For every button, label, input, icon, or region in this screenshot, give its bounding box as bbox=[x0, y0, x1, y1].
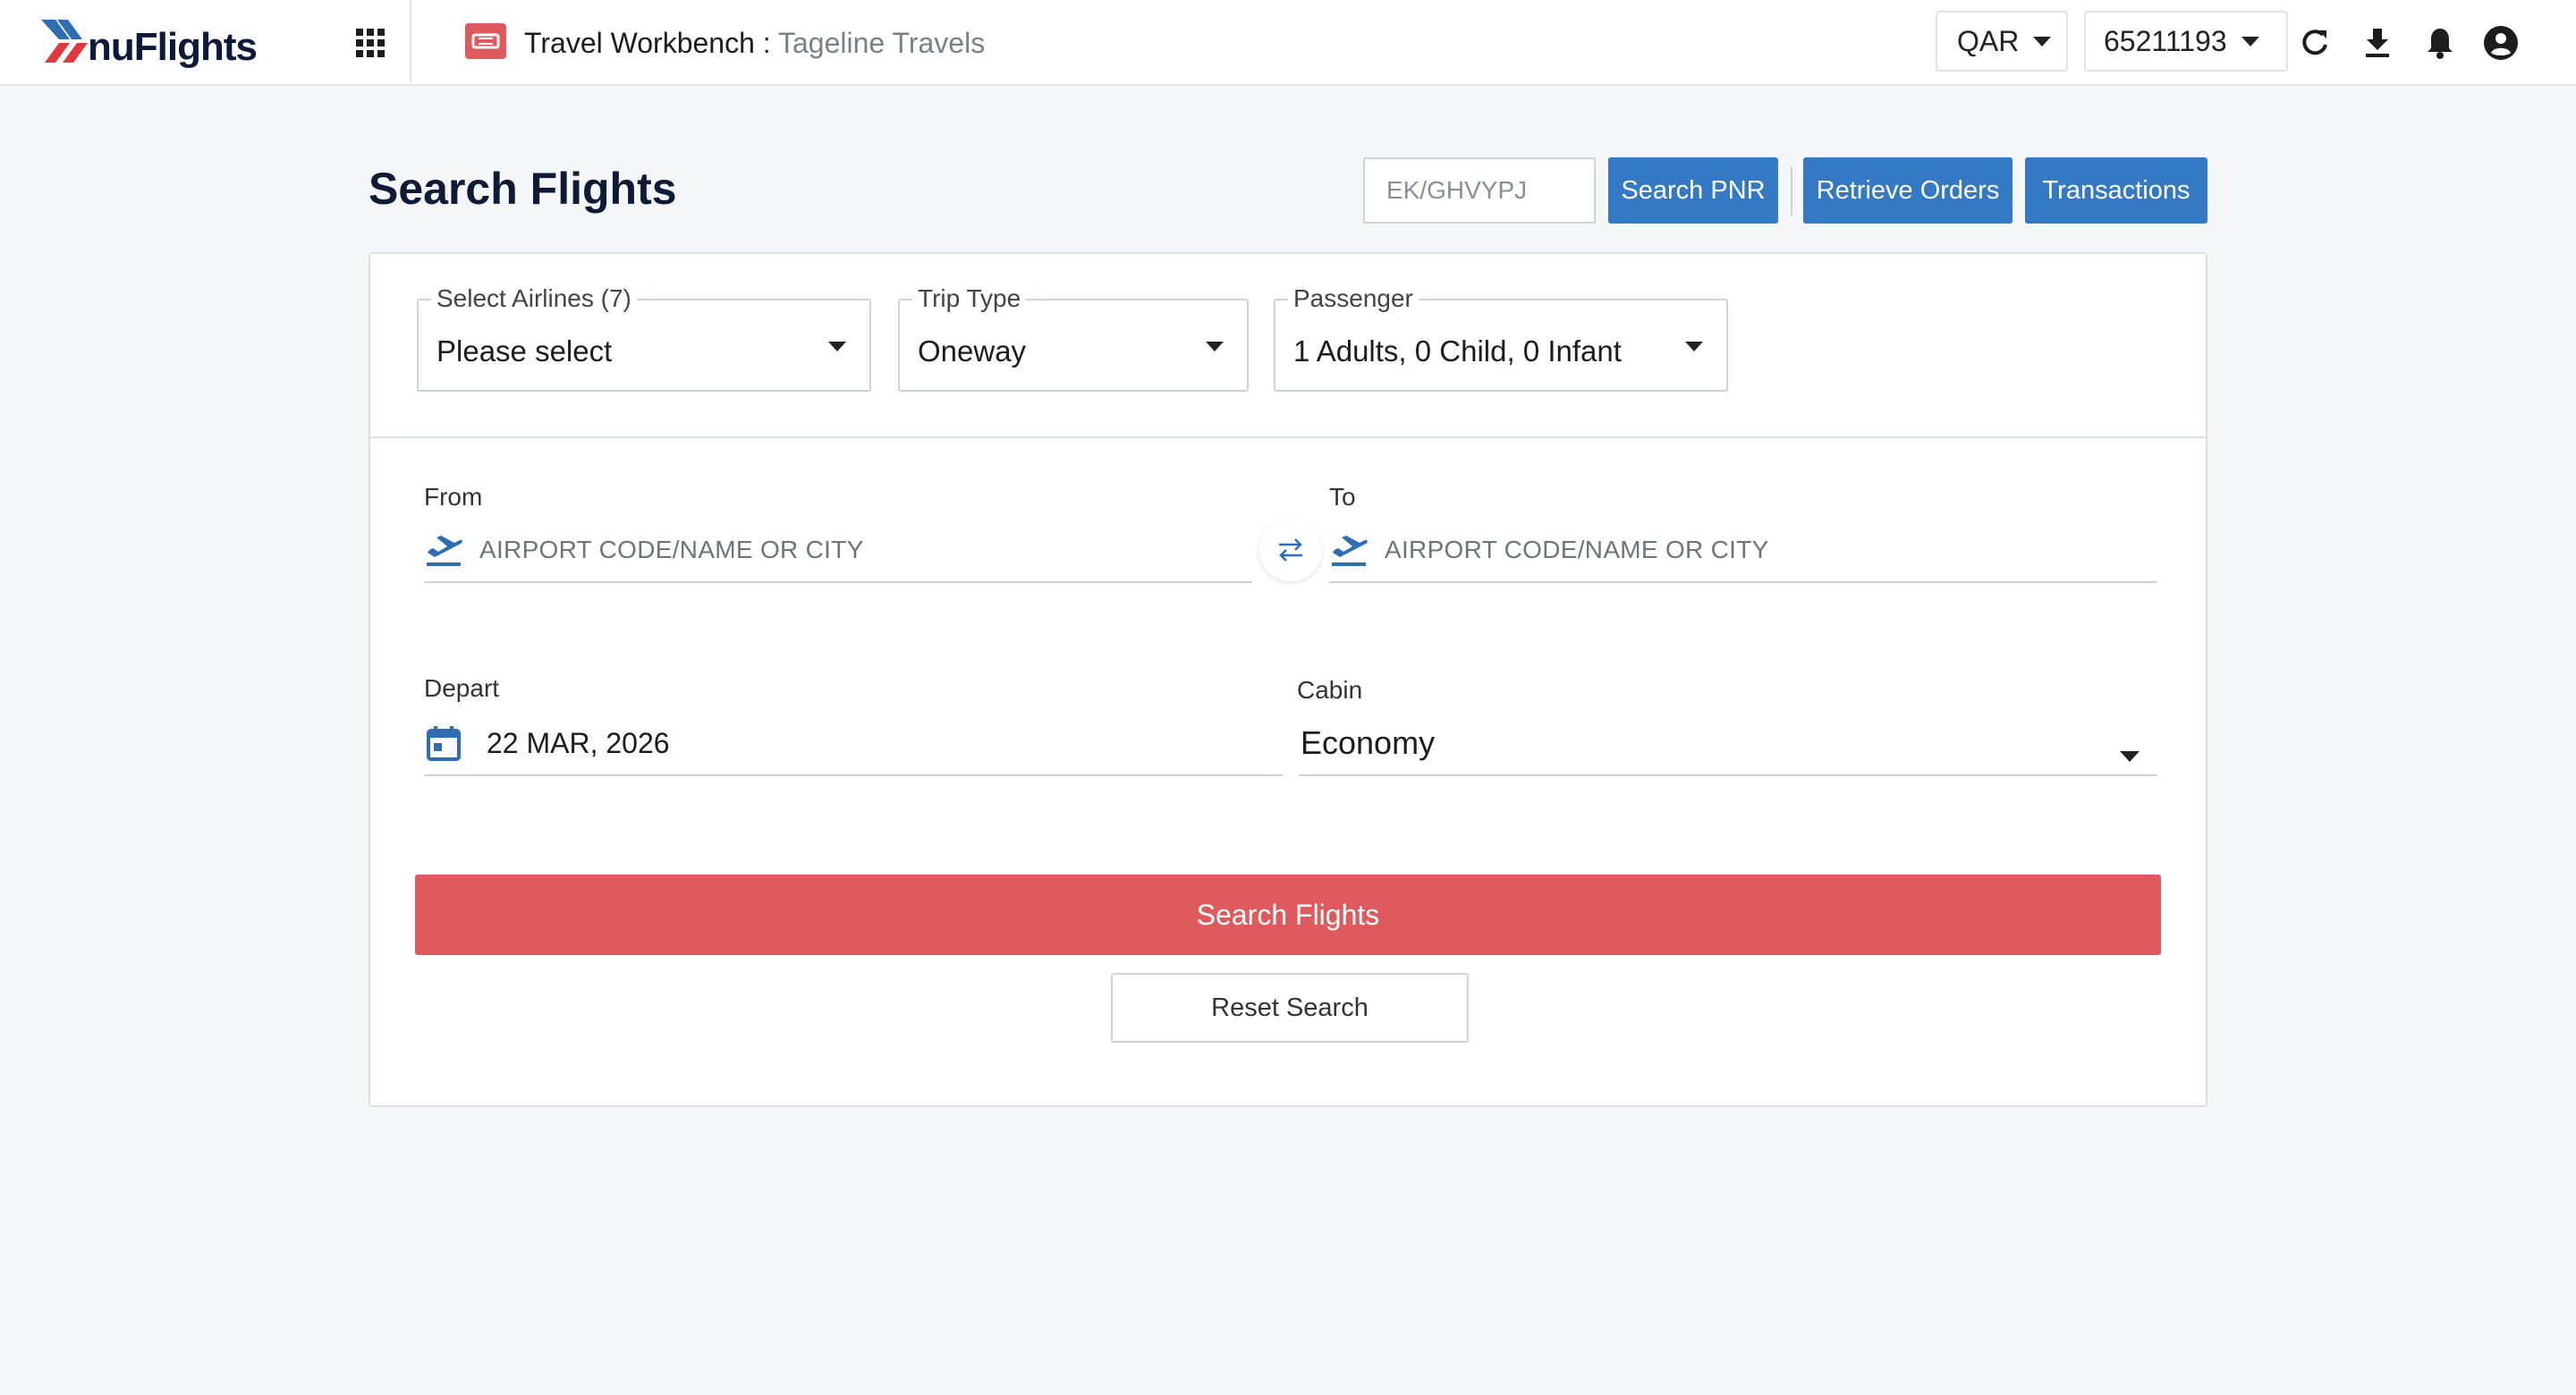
from-input[interactable] bbox=[478, 535, 1252, 565]
depart-date-value: 22 MAR, 2026 bbox=[487, 726, 670, 759]
depart-date-field[interactable]: 22 MAR, 2026 bbox=[424, 712, 1283, 776]
bell-icon[interactable] bbox=[2420, 23, 2460, 63]
airlines-value: Please select bbox=[436, 334, 613, 368]
passenger-label: Passenger bbox=[1288, 284, 1419, 313]
brand-logo[interactable]: nuFlights bbox=[39, 13, 258, 70]
trip-type-select[interactable]: Trip Type Oneway bbox=[898, 284, 1249, 392]
account-select[interactable]: 65211193 bbox=[2084, 11, 2288, 72]
flight-takeoff-icon bbox=[427, 536, 462, 566]
swap-route-button[interactable] bbox=[1259, 519, 1322, 581]
header-divider bbox=[410, 0, 411, 86]
chevron-down-icon bbox=[2120, 751, 2140, 762]
trip-type-label: Trip Type bbox=[912, 284, 1027, 313]
retrieve-orders-button[interactable]: Retrieve Orders bbox=[1803, 157, 2012, 224]
agency-name: Tageline Travels bbox=[777, 27, 986, 59]
chevron-down-icon bbox=[1685, 342, 1703, 351]
workbench-label: Travel Workbench : bbox=[524, 27, 771, 59]
to-input[interactable] bbox=[1383, 535, 2157, 565]
cabin-label: Cabin bbox=[1297, 676, 1363, 704]
chevron-down-icon bbox=[828, 342, 846, 351]
card-divider bbox=[370, 436, 2206, 438]
transactions-button[interactable]: Transactions bbox=[2025, 157, 2207, 224]
chevron-down-icon bbox=[2033, 36, 2052, 46]
account-id-value: 65211193 bbox=[2104, 24, 2227, 57]
airlines-select[interactable]: Select Airlines (7) Please select bbox=[417, 284, 871, 392]
button-divider bbox=[1791, 166, 1792, 216]
account-circle-icon[interactable] bbox=[2481, 23, 2521, 63]
cabin-select[interactable]: Economy bbox=[1299, 712, 2157, 776]
reset-search-button[interactable]: Reset Search bbox=[1111, 973, 1469, 1043]
page-title: Search Flights bbox=[369, 164, 677, 214]
nuflights-logo-icon bbox=[41, 20, 88, 63]
calendar-icon bbox=[427, 726, 461, 761]
search-pnr-button[interactable]: Search PNR bbox=[1608, 157, 1778, 224]
apps-grid-icon[interactable] bbox=[352, 25, 388, 61]
workbench-title: Travel Workbench : Tageline Travels bbox=[524, 27, 985, 60]
search-card: Select Airlines (7) Please select Trip T… bbox=[369, 252, 2207, 1107]
airlines-label: Select Airlines (7) bbox=[431, 284, 637, 313]
currency-value: QAR bbox=[1957, 24, 2020, 57]
swap-arrows-icon bbox=[1279, 538, 1302, 562]
download-icon[interactable] bbox=[2358, 23, 2397, 63]
top-bar: nuFlights Travel Workbench : Tageline Tr… bbox=[0, 0, 2576, 86]
workbench-icon bbox=[465, 23, 506, 59]
refresh-icon[interactable] bbox=[2295, 23, 2334, 63]
from-label: From bbox=[424, 483, 483, 511]
to-label: To bbox=[1329, 483, 1356, 511]
cabin-value: Economy bbox=[1301, 724, 1436, 761]
chevron-down-icon bbox=[1206, 342, 1224, 351]
depart-label: Depart bbox=[424, 674, 500, 702]
brand-name: nuFlights bbox=[88, 25, 258, 69]
currency-select[interactable]: QAR bbox=[1936, 11, 2068, 72]
from-field[interactable] bbox=[424, 519, 1252, 583]
pnr-input[interactable] bbox=[1363, 157, 1596, 224]
search-flights-button[interactable]: Search Flights bbox=[415, 875, 2161, 955]
trip-type-value: Oneway bbox=[918, 334, 1027, 368]
flight-takeoff-icon bbox=[1332, 536, 1368, 566]
passenger-value: 1 Adults, 0 Child, 0 Infant bbox=[1293, 334, 1622, 368]
to-field[interactable] bbox=[1329, 519, 2157, 583]
passenger-select[interactable]: Passenger 1 Adults, 0 Child, 0 Infant bbox=[1274, 284, 1728, 392]
chevron-down-icon bbox=[2241, 36, 2259, 46]
